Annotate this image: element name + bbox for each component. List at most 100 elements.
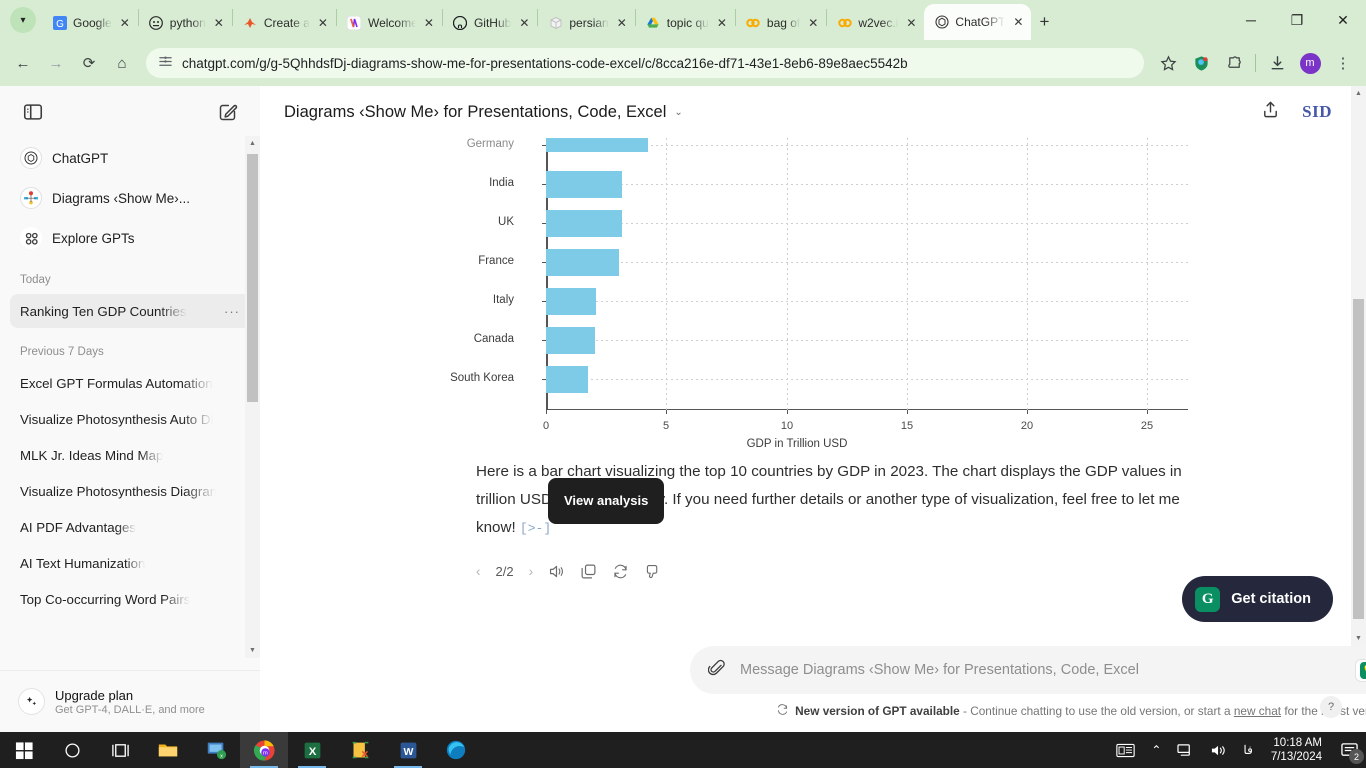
sidebar-chat-item[interactable]: Top Co-occurring Word Pairs xyxy=(10,582,250,616)
show-hidden-icons-chevron[interactable]: ⌃ xyxy=(1143,743,1169,757)
sidebar-scrollbar[interactable]: ▲ ▼ xyxy=(245,136,260,658)
category-label: South Korea xyxy=(450,372,514,384)
network-icon[interactable] xyxy=(1169,743,1202,758)
regenerate-icon[interactable] xyxy=(612,563,629,580)
help-button[interactable]: ? xyxy=(1320,696,1342,718)
scroll-up-arrow-icon[interactable]: ▲ xyxy=(245,136,260,151)
browser-tab[interactable]: G Google ✕ xyxy=(42,6,138,40)
browser-tab[interactable]: topic qu ✕ xyxy=(636,6,735,40)
tab-search-chevron-icon[interactable]: ▾ xyxy=(10,7,36,33)
new-chat-icon[interactable] xyxy=(217,102,238,123)
site-settings-icon[interactable] xyxy=(158,54,173,72)
sidebar-item-chatgpt[interactable]: ChatGPT xyxy=(10,138,250,178)
microsoft-excel-icon[interactable]: X xyxy=(288,732,336,768)
tab-close-icon[interactable]: ✕ xyxy=(212,15,226,31)
file-explorer-icon[interactable] xyxy=(144,732,192,768)
message-composer[interactable]: Message Diagrams ‹Show Me› for Presentat… xyxy=(690,646,1366,694)
microsoft-word-icon[interactable]: W xyxy=(384,732,432,768)
start-button[interactable] xyxy=(0,732,48,768)
scrollbar-thumb[interactable] xyxy=(1353,299,1364,619)
remote-desktop-icon[interactable]: x xyxy=(192,732,240,768)
reload-button[interactable]: ⟳ xyxy=(74,48,104,78)
search-button[interactable] xyxy=(48,732,96,768)
extension-chip[interactable]: 💡 G xyxy=(1355,658,1366,682)
tab-close-icon[interactable]: ✕ xyxy=(422,15,436,31)
google-chrome-icon[interactable]: m xyxy=(240,732,288,768)
sidebar-chat-item[interactable]: Visualize Photosynthesis Diagram xyxy=(10,474,250,508)
chevron-down-icon[interactable]: ⌄ xyxy=(674,107,682,118)
tab-close-icon[interactable]: ✕ xyxy=(806,15,820,31)
browser-tab-active[interactable]: ChatGPT ✕ xyxy=(924,4,1032,40)
next-response-button[interactable]: › xyxy=(529,564,534,579)
user-avatar-initials[interactable]: SID xyxy=(1302,102,1332,122)
close-window-button[interactable]: ✕ xyxy=(1320,0,1366,40)
forward-button[interactable]: → xyxy=(41,48,71,78)
get-citation-button[interactable]: G Get citation xyxy=(1182,576,1333,622)
task-view-button[interactable] xyxy=(96,732,144,768)
scroll-down-arrow-icon[interactable]: ▼ xyxy=(1351,631,1366,646)
tab-close-icon[interactable]: ✕ xyxy=(118,15,132,31)
tab-close-icon[interactable]: ✕ xyxy=(615,15,629,31)
bookmark-star-icon[interactable] xyxy=(1153,48,1183,78)
tab-close-icon[interactable]: ✕ xyxy=(1011,14,1025,30)
browser-tab[interactable]: GitHub ✕ xyxy=(443,6,537,40)
speaker-icon[interactable] xyxy=(548,563,565,580)
news-weather-icon[interactable] xyxy=(1108,742,1143,759)
sidebar-chat-item[interactable]: Visualize Photosynthesis Auto Di xyxy=(10,402,250,436)
scroll-down-arrow-icon[interactable]: ▼ xyxy=(245,643,260,658)
browser-tab[interactable]: persian ✕ xyxy=(538,6,634,40)
sidebar-chat-item[interactable]: AI PDF Advantages xyxy=(10,510,250,544)
new-tab-button[interactable]: + xyxy=(1031,12,1059,40)
category-label: Germany xyxy=(466,138,514,150)
home-button[interactable]: ⌂ xyxy=(107,48,137,78)
chat-options-icon[interactable]: ··· xyxy=(224,304,240,319)
profile-avatar[interactable]: m xyxy=(1295,48,1325,78)
volume-icon[interactable] xyxy=(1202,743,1235,758)
clock[interactable]: 10:18 AM 7/13/2024 xyxy=(1261,736,1332,764)
upgrade-plan-button[interactable]: Upgrade plan Get GPT-4, DALL·E, and more xyxy=(0,670,260,732)
analysis-code-pill[interactable]: [>-] xyxy=(520,521,551,536)
browser-tab[interactable]: python ✕ xyxy=(139,6,232,40)
copy-icon[interactable] xyxy=(580,563,597,580)
sidebar-item-explore-gpts[interactable]: Explore GPTs xyxy=(10,218,250,258)
sidebar-toggle-icon[interactable] xyxy=(22,101,44,123)
shield-extension-icon[interactable] xyxy=(1186,48,1216,78)
address-bar[interactable]: chatgpt.com/g/g-5QhhdsfDj-diagrams-show-… xyxy=(146,48,1144,78)
browser-tab[interactable]: Welcome ✕ xyxy=(337,6,442,40)
minimize-button[interactable]: ─ xyxy=(1228,0,1274,40)
paperclip-icon[interactable] xyxy=(707,659,726,682)
gpt-title-button[interactable]: Diagrams ‹Show Me› for Presentations, Co… xyxy=(284,103,683,122)
language-indicator[interactable]: فا xyxy=(1235,743,1260,757)
notification-center-button[interactable]: 2 xyxy=(1332,732,1366,768)
chrome-menu-icon[interactable]: ⋮ xyxy=(1328,48,1358,78)
app-seven-icon[interactable] xyxy=(336,732,384,768)
back-button[interactable]: ← xyxy=(8,48,38,78)
maximize-button[interactable]: ❐ xyxy=(1274,0,1320,40)
sidebar-chat-item[interactable]: MLK Jr. Ideas Mind Map xyxy=(10,438,250,472)
sidebar-chat-item-active[interactable]: Ranking Ten GDP Countries ··· xyxy=(10,294,250,328)
tab-close-icon[interactable]: ✕ xyxy=(316,15,330,31)
downloads-icon[interactable] xyxy=(1262,48,1292,78)
thumbs-down-icon[interactable] xyxy=(644,563,661,580)
svg-text:G: G xyxy=(56,19,64,30)
puzzle-extension-icon[interactable] xyxy=(1219,48,1249,78)
tab-close-icon[interactable]: ✕ xyxy=(904,15,918,31)
tab-close-icon[interactable]: ✕ xyxy=(517,15,531,31)
share-upload-icon[interactable] xyxy=(1261,100,1280,124)
main-scrollbar[interactable]: ▲ ▼ xyxy=(1351,86,1366,646)
scroll-up-arrow-icon[interactable]: ▲ xyxy=(1351,86,1366,101)
bulb-extension-icon[interactable]: 💡 xyxy=(1360,661,1366,679)
browser-tab[interactable]: bag of ✕ xyxy=(736,6,826,40)
tab-close-icon[interactable]: ✕ xyxy=(715,15,729,31)
sidebar-chat-item[interactable]: Excel GPT Formulas Automation xyxy=(10,366,250,400)
tab-title: bag of xyxy=(766,16,801,30)
browser-tab[interactable]: Create a ✕ xyxy=(233,6,336,40)
browser-tab[interactable]: w2vec.i ✕ xyxy=(827,6,924,40)
sidebar-chat-item[interactable]: AI Text Humanization xyxy=(10,546,250,580)
notice-bold-text: New version of GPT available xyxy=(795,704,960,718)
sidebar-item-diagrams-show-me[interactable]: Diagrams ‹Show Me›... xyxy=(10,178,250,218)
previous-response-button[interactable]: ‹ xyxy=(476,564,481,579)
scrollbar-thumb[interactable] xyxy=(247,154,258,402)
microsoft-edge-icon[interactable] xyxy=(432,732,480,768)
message-input[interactable]: Message Diagrams ‹Show Me› for Presentat… xyxy=(740,662,1355,678)
